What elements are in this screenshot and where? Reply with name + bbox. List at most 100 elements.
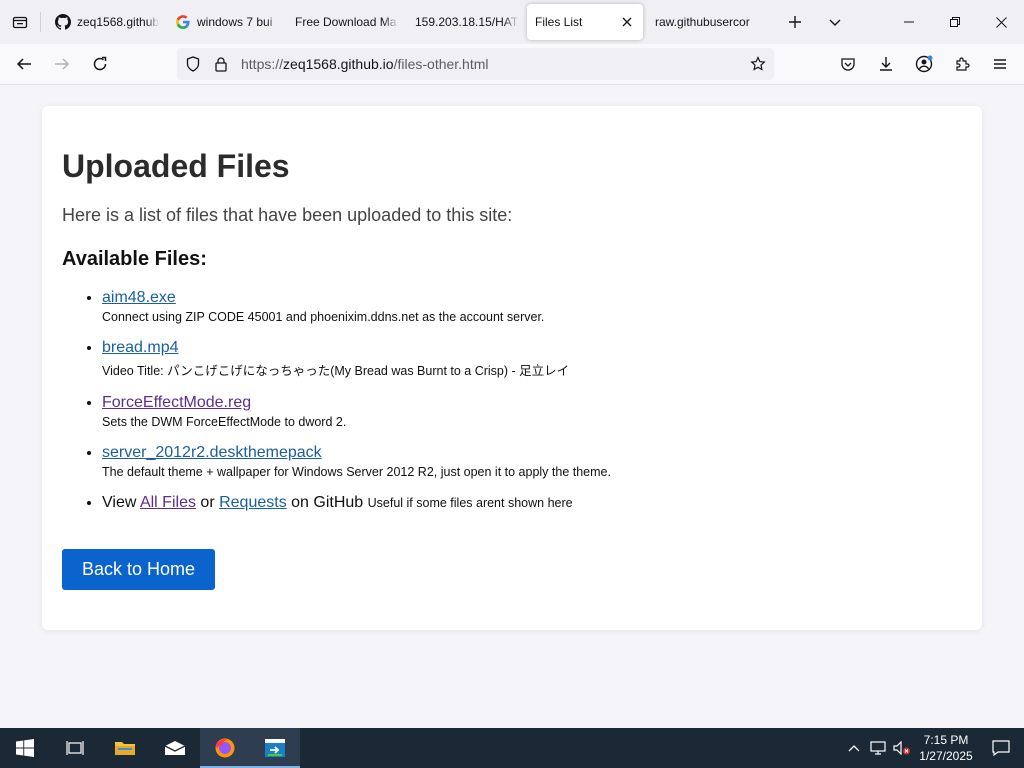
- intro-text: Here is a list of files that have been u…: [62, 205, 513, 225]
- view-or: or: [195, 494, 220, 511]
- tracking-protection-icon[interactable]: [185, 56, 201, 72]
- clock[interactable]: 7:15 PM 1/27/2025: [914, 732, 978, 764]
- tab-raw-github[interactable]: raw.githubusercor: [647, 4, 775, 40]
- view-note: Useful if some files arent shown here: [367, 496, 573, 510]
- system-tray: 7:15 PM 1/27/2025: [842, 728, 1024, 768]
- url-host: zeq1568.github.io: [283, 56, 394, 72]
- mail-button[interactable]: [150, 728, 200, 768]
- tab-free-download[interactable]: Free Download Ma: [287, 4, 407, 40]
- requests-link[interactable]: Requests: [219, 494, 287, 511]
- folder-icon: [115, 742, 135, 755]
- restore-button[interactable]: [932, 0, 978, 44]
- mail-icon: [164, 741, 186, 755]
- download-icon: [880, 57, 892, 71]
- back-button[interactable]: [6, 48, 42, 80]
- app-window-icon: [265, 739, 285, 757]
- window-controls: [886, 0, 1024, 44]
- file-link-deskthemepack[interactable]: server_2012r2.deskthemepack: [102, 444, 322, 461]
- file-link-bread[interactable]: bread.mp4: [102, 339, 179, 356]
- close-window-button[interactable]: [978, 0, 1024, 44]
- github-icon: [55, 14, 71, 30]
- tab-label: zeq1568.github: [77, 15, 159, 29]
- url-path: /files-other.html: [393, 56, 489, 72]
- plus-icon: [789, 16, 801, 28]
- list-item: server_2012r2.deskthemepack The default …: [102, 444, 962, 479]
- menu-button[interactable]: [982, 48, 1018, 80]
- page-title: Uploaded Files: [62, 148, 290, 184]
- file-description: Video Title: パンこげこげになっちゃった(My Bread was …: [102, 364, 570, 378]
- restore-icon: [950, 17, 960, 27]
- pocket-icon: [841, 58, 855, 71]
- network-button[interactable]: [866, 728, 890, 768]
- tab-label: windows 7 bui: [197, 15, 273, 29]
- list-item: ForceEffectMode.reg Sets the DWM ForceEf…: [102, 394, 962, 429]
- hamburger-menu-icon: [994, 59, 1006, 69]
- clock-date: 1/27/2025: [919, 749, 973, 763]
- account-button[interactable]: [906, 48, 942, 80]
- windows-logo-icon: [16, 739, 34, 757]
- tab-label: 159.203.18.15/HATI: [415, 15, 519, 29]
- tab-google[interactable]: windows 7 bui: [167, 4, 287, 40]
- arrow-left-icon: [16, 58, 31, 70]
- navigation-toolbar: https://zeq1568.github.io/files-other.ht…: [0, 44, 1024, 85]
- view-suffix: on GitHub: [286, 494, 368, 511]
- list-item: aim48.exe Connect using ZIP CODE 45001 a…: [102, 289, 962, 324]
- tab-files-list[interactable]: Files List: [527, 4, 643, 40]
- file-explorer-button[interactable]: [100, 728, 150, 768]
- tab-label: Free Download Ma: [295, 15, 397, 29]
- file-list: aim48.exe Connect using ZIP CODE 45001 a…: [62, 289, 962, 512]
- url-text[interactable]: https://zeq1568.github.io/files-other.ht…: [241, 56, 750, 72]
- list-item: bread.mp4 Video Title: パンこげこげになっちゃった(My …: [102, 339, 962, 379]
- content-card: Uploaded Files Here is a list of files t…: [42, 106, 982, 630]
- chevron-up-icon: [848, 745, 860, 752]
- pocket-button[interactable]: [830, 48, 866, 80]
- account-icon: [915, 55, 933, 73]
- extensions-button[interactable]: [944, 48, 980, 80]
- show-hidden-icons-button[interactable]: [842, 728, 866, 768]
- task-view-icon: [66, 741, 84, 755]
- network-icon: [870, 741, 886, 755]
- file-description: Sets the DWM ForceEffectMode to dword 2.: [102, 415, 347, 429]
- tab-github[interactable]: zeq1568.github: [47, 4, 167, 40]
- file-link-aim48[interactable]: aim48.exe: [102, 289, 176, 306]
- reload-icon: [93, 56, 107, 71]
- url-scheme: https://: [241, 56, 284, 72]
- list-tabs-button[interactable]: [815, 0, 855, 44]
- notification-icon: [992, 740, 1010, 756]
- clock-time: 7:15 PM: [923, 733, 969, 747]
- list-all-tabs-button[interactable]: [0, 0, 40, 44]
- back-to-home-button[interactable]: Back to Home: [62, 549, 216, 590]
- forward-button[interactable]: [44, 48, 80, 80]
- task-view-button[interactable]: [50, 728, 100, 768]
- all-files-link[interactable]: All Files: [140, 494, 196, 511]
- view-prefix: View: [102, 494, 140, 511]
- lock-icon[interactable]: [213, 56, 229, 72]
- toolbar-right: [828, 48, 1018, 80]
- firefox-taskbar-button[interactable]: [200, 728, 250, 768]
- minimize-button[interactable]: [886, 0, 932, 44]
- file-link-force-effect-mode[interactable]: ForceEffectMode.reg: [102, 394, 251, 411]
- google-icon: [175, 14, 191, 30]
- app-taskbar-button[interactable]: [250, 728, 300, 768]
- tab-label: raw.githubusercor: [655, 15, 750, 29]
- tab-ip-address[interactable]: 159.203.18.15/HATI: [407, 4, 527, 40]
- taskbar: 7:15 PM 1/27/2025: [0, 728, 1024, 768]
- reload-button[interactable]: [82, 48, 118, 80]
- firefox-icon: [215, 738, 235, 758]
- action-center-button[interactable]: [978, 728, 1024, 768]
- close-tab-icon[interactable]: [619, 14, 635, 30]
- new-tab-button[interactable]: [775, 0, 815, 44]
- tabs: zeq1568.github windows 7 bui Free Downlo…: [41, 0, 775, 44]
- downloads-button[interactable]: [868, 48, 904, 80]
- arrow-right-icon: [55, 58, 70, 70]
- start-button[interactable]: [0, 728, 50, 768]
- volume-button[interactable]: [890, 728, 914, 768]
- url-bar[interactable]: https://zeq1568.github.io/files-other.ht…: [177, 48, 774, 80]
- bookmark-star-icon[interactable]: [750, 56, 766, 72]
- list-item-view-github: View All Files or Requests on GitHub Use…: [102, 494, 962, 512]
- chevron-down-icon: [829, 19, 841, 26]
- puzzle-icon: [956, 57, 970, 71]
- volume-muted-icon: [893, 741, 910, 755]
- file-description: The default theme + wallpaper for Window…: [102, 465, 611, 479]
- tab-strip: zeq1568.github windows 7 bui Free Downlo…: [0, 0, 1024, 44]
